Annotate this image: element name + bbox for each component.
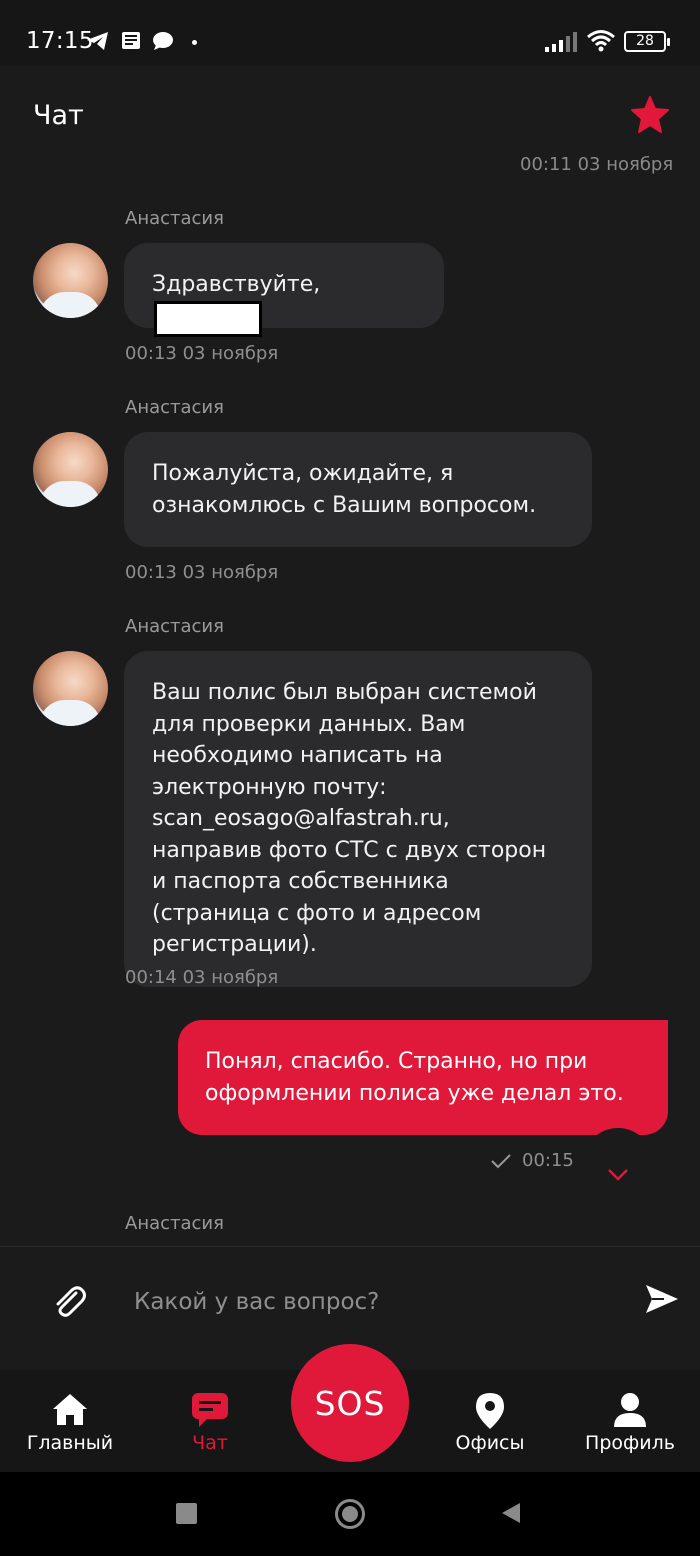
- paperclip-icon[interactable]: [50, 1283, 88, 1321]
- home-icon: [53, 1394, 87, 1425]
- nav-item-offices[interactable]: Офисы: [430, 1370, 550, 1472]
- status-time: 17:15: [26, 28, 94, 54]
- telegram-icon: [87, 32, 108, 50]
- page-title: Чат: [33, 100, 84, 131]
- home-button[interactable]: [335, 1499, 365, 1529]
- nav-label: Офисы: [455, 1432, 525, 1454]
- message-text: Здравствуйте,: [152, 272, 321, 297]
- system-navigation-bar: [0, 1472, 700, 1556]
- nav-item-home[interactable]: Главный: [10, 1370, 130, 1472]
- notification-dot: [192, 40, 197, 45]
- news-icon: [122, 32, 140, 49]
- message-bubble: Ваш полис был выбран системой для провер…: [124, 651, 592, 987]
- message-bubble: Здравствуйте,: [124, 243, 444, 337]
- chevron-down-icon: [608, 1169, 628, 1181]
- message-time: 00:15: [522, 1150, 574, 1171]
- avatar[interactable]: [33, 243, 108, 318]
- user-icon: [614, 1393, 646, 1427]
- sender-name: Анастасия: [125, 397, 224, 418]
- location-pin-icon: [476, 1393, 504, 1429]
- message-time: 00:13 03 ноября: [125, 562, 279, 583]
- message-text: Пожалуйста, ожидайте, я ознакомлюсь с Ва…: [152, 461, 537, 518]
- checkmark-icon: [491, 1154, 511, 1169]
- message-text: Понял, спасибо. Странно, но при оформлен…: [205, 1049, 624, 1106]
- message-time: 00:13 03 ноября: [125, 343, 279, 364]
- sender-name: Анастасия: [125, 616, 224, 637]
- battery-level: 28: [636, 33, 654, 49]
- sender-name: Анастасия: [125, 1213, 224, 1234]
- status-bar: 17:15 28: [0, 0, 700, 66]
- send-icon[interactable]: [644, 1283, 680, 1315]
- avatar[interactable]: [33, 432, 108, 507]
- recents-button[interactable]: [176, 1503, 197, 1524]
- message-text: Ваш полис был выбран системой для провер…: [152, 680, 547, 957]
- nav-item-profile[interactable]: Профиль: [570, 1370, 690, 1472]
- avatar[interactable]: [33, 651, 108, 726]
- signal-icon: [545, 32, 577, 52]
- battery-icon: 28: [624, 31, 670, 52]
- star-icon[interactable]: [630, 96, 670, 134]
- sos-label: SOS: [314, 1383, 386, 1423]
- message-input[interactable]: [134, 1277, 614, 1327]
- sender-name: Анастасия: [125, 208, 224, 229]
- nav-label: Главный: [26, 1432, 114, 1454]
- back-button[interactable]: [500, 1501, 522, 1525]
- chat-area[interactable]: 00:11 03 ноября Анастасия Здравствуйте, …: [0, 150, 700, 1245]
- chat-icon: [192, 1393, 228, 1427]
- message-time: 00:14 03 ноября: [125, 967, 279, 988]
- outgoing-message-bubble: Понял, спасибо. Странно, но при оформлен…: [178, 1020, 668, 1135]
- wifi-icon: [587, 30, 615, 52]
- timestamp-partial: 00:11 03 ноября: [520, 154, 674, 175]
- message-icon: [153, 32, 173, 50]
- message-bubble: Пожалуйста, ожидайте, я ознакомлюсь с Ва…: [124, 432, 592, 547]
- scroll-down-button[interactable]: [583, 1128, 653, 1198]
- nav-label: Чат: [192, 1432, 228, 1454]
- nav-label: Профиль: [585, 1432, 675, 1454]
- sos-button[interactable]: SOS: [291, 1344, 409, 1462]
- nav-item-chat[interactable]: Чат: [150, 1370, 270, 1472]
- redacted-block: [154, 300, 262, 337]
